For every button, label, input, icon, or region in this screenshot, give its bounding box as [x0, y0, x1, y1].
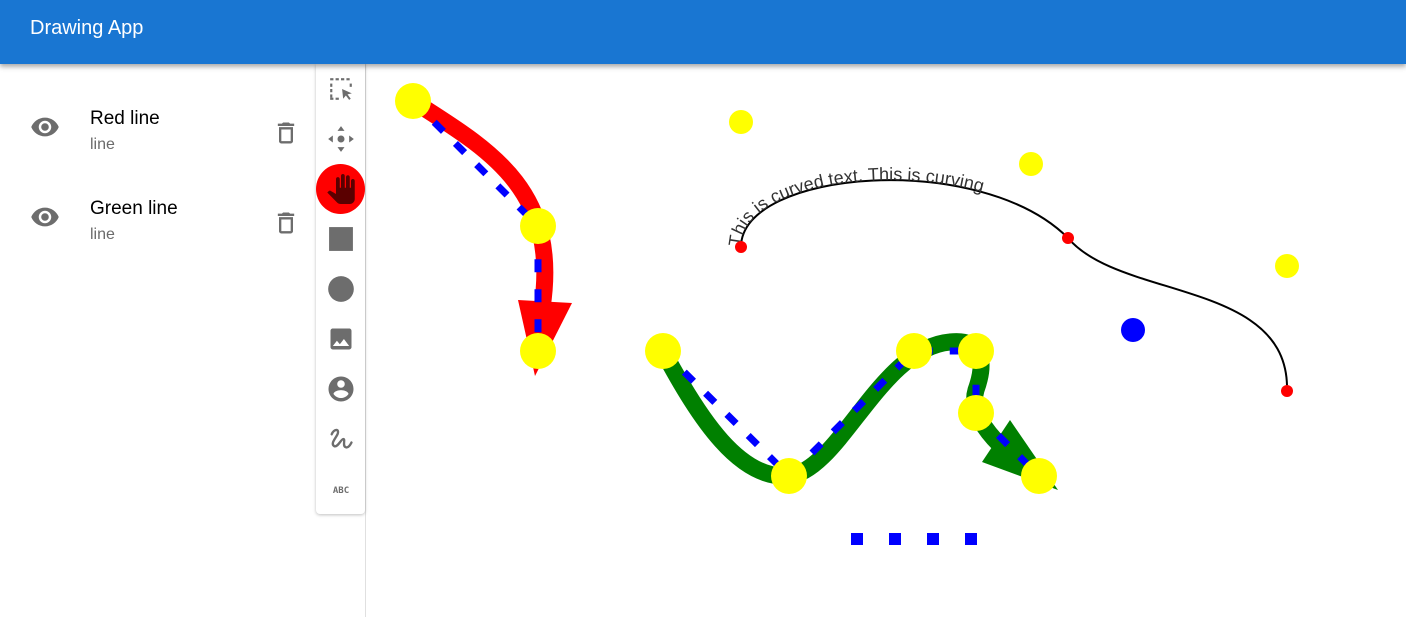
curve-anchor-point[interactable]	[1062, 232, 1074, 244]
control-handle[interactable]	[1019, 152, 1043, 176]
move-icon	[327, 126, 354, 152]
layer-name: Red line	[90, 108, 160, 129]
curved-text-content: This is curved text. This is curving	[725, 164, 987, 247]
blue-point[interactable]	[1121, 318, 1145, 342]
control-handle[interactable]	[520, 333, 556, 369]
curved-text[interactable]: This is curved text. This is curving	[725, 164, 987, 247]
circle-icon	[327, 276, 354, 302]
text-curve-path[interactable]	[740, 179, 1289, 392]
gesture-icon	[330, 428, 353, 449]
hand-icon	[326, 174, 355, 204]
tool-freehand[interactable]	[316, 414, 365, 464]
control-handle[interactable]	[896, 333, 932, 369]
app-bar: Drawing App	[0, 0, 1406, 64]
curve-anchor-point[interactable]	[1281, 385, 1293, 397]
layer-item-green-line[interactable]: Green line line	[0, 165, 310, 255]
eye-icon	[31, 117, 59, 137]
tool-pan[interactable]	[316, 164, 365, 214]
green-line-path[interactable]	[655, 333, 1007, 485]
eye-icon	[31, 207, 59, 227]
control-handle[interactable]	[729, 110, 753, 134]
trash-icon	[277, 122, 295, 144]
layer-type: line	[90, 226, 115, 243]
tool-image[interactable]	[316, 314, 365, 364]
visibility-toggle[interactable]	[25, 107, 65, 147]
layer-item-red-line[interactable]: Red line line	[0, 75, 310, 165]
control-handle[interactable]	[520, 208, 556, 244]
trash-icon	[277, 212, 295, 234]
layers-panel: Red line line Green line line	[0, 64, 366, 617]
control-handle[interactable]	[395, 83, 431, 119]
svg-text:ABC: ABC	[332, 486, 348, 496]
visibility-toggle[interactable]	[25, 197, 65, 237]
control-handle[interactable]	[1275, 254, 1299, 278]
account-circle-icon	[328, 376, 353, 402]
layer-type: line	[90, 136, 115, 153]
control-handle[interactable]	[958, 333, 994, 369]
layer-name: Green line	[90, 198, 178, 219]
drawing-canvas[interactable]: This is curved text. This is curving	[366, 64, 1406, 617]
tool-avatar[interactable]	[316, 364, 365, 414]
tool-select[interactable]	[316, 64, 365, 114]
curve-anchor-point[interactable]	[735, 241, 747, 253]
delete-layer-button[interactable]	[268, 115, 304, 151]
square-icon	[328, 227, 353, 251]
red-line-shape[interactable]	[395, 83, 572, 376]
red-line-path[interactable]	[408, 93, 554, 310]
tool-circle[interactable]	[316, 264, 365, 314]
delete-layer-button[interactable]	[268, 205, 304, 241]
green-line-shape[interactable]	[645, 333, 1058, 494]
app-title: Drawing App	[30, 17, 144, 39]
control-handle[interactable]	[771, 458, 807, 494]
control-handle[interactable]	[1021, 458, 1057, 494]
tool-move[interactable]	[316, 114, 365, 164]
tool-rectangle[interactable]	[316, 214, 365, 264]
active-tool-highlight	[316, 164, 365, 214]
canvas-svg[interactable]: This is curved text. This is curving	[366, 64, 1406, 617]
curved-text-shape[interactable]: This is curved text. This is curving	[725, 110, 1299, 397]
image-icon	[330, 328, 351, 350]
abc-text-icon: ABC	[332, 486, 348, 496]
select-area-icon	[329, 78, 352, 100]
control-handle[interactable]	[645, 333, 681, 369]
tool-text[interactable]: ABC	[316, 464, 365, 514]
control-handle[interactable]	[958, 395, 994, 431]
tool-palette: ABC	[316, 64, 365, 514]
